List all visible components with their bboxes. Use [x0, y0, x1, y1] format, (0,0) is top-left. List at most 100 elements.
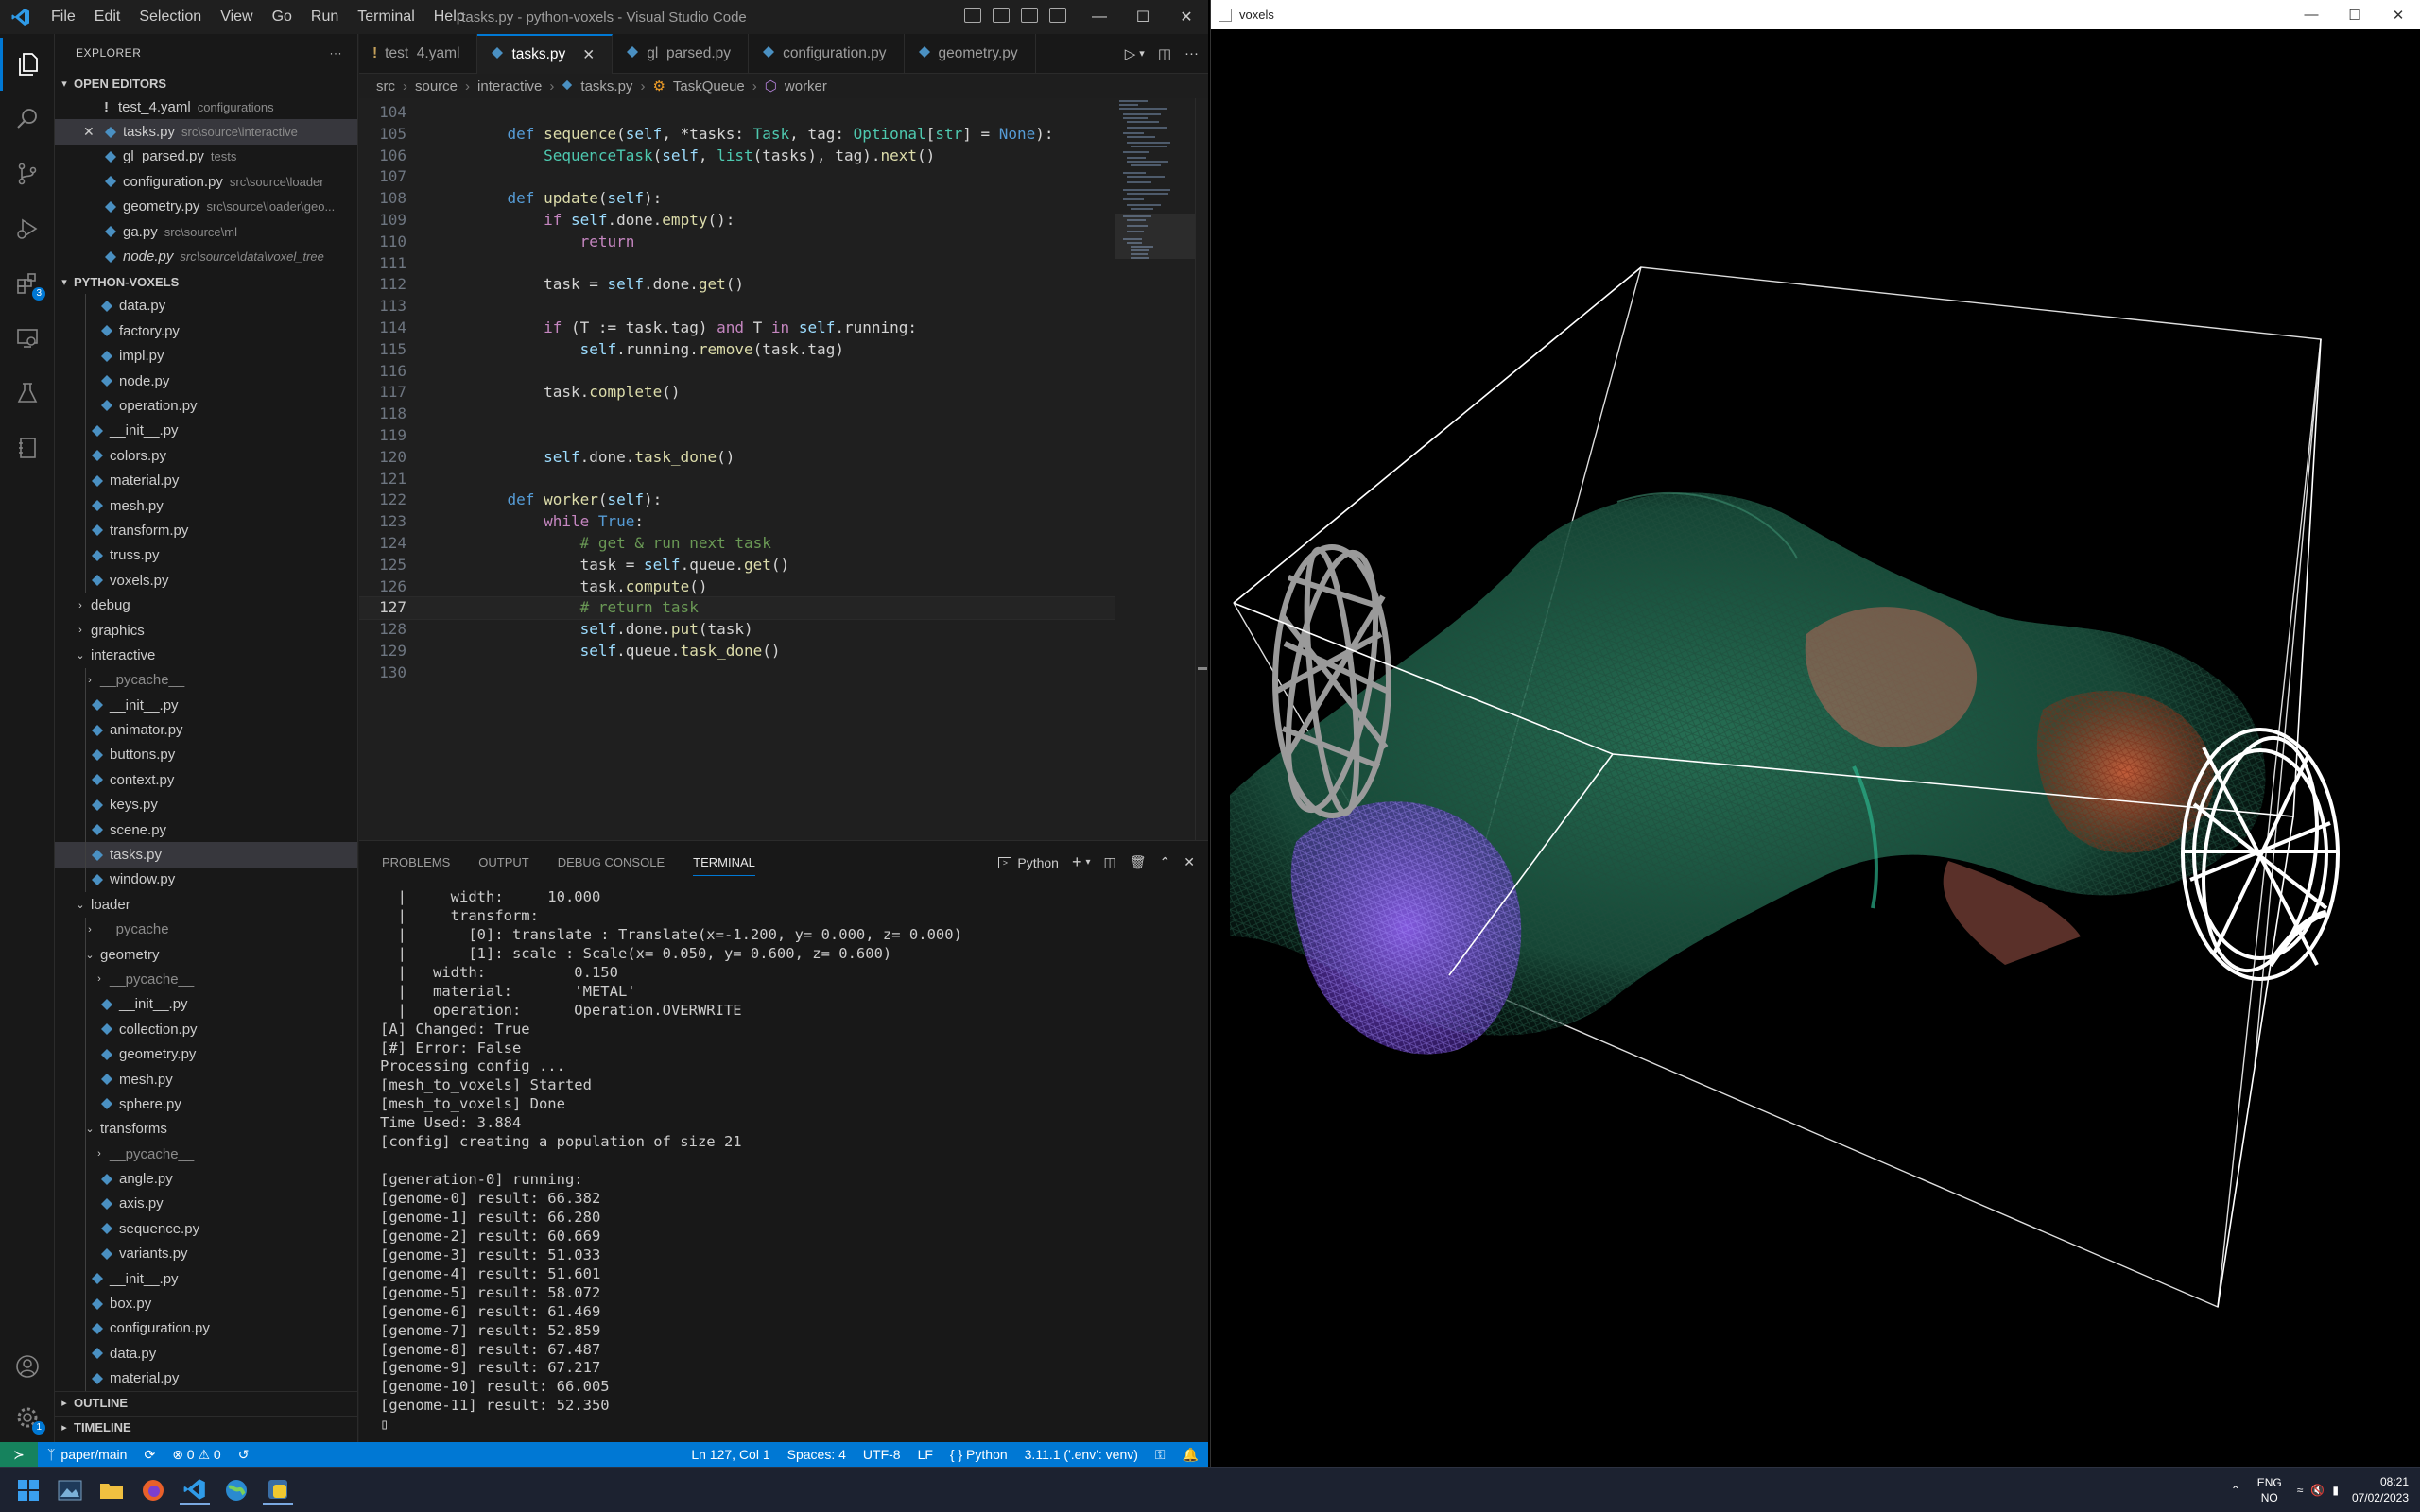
remote-explorer-icon[interactable] [0, 312, 55, 365]
open-editor-item[interactable]: node.py src\source\data\voxel_tree [55, 244, 357, 268]
maximize-icon[interactable]: ☐ [2333, 0, 2377, 29]
close-icon[interactable]: ✕ [1165, 0, 1208, 34]
tab-configuration-py[interactable]: configuration.py [749, 34, 905, 74]
file-item[interactable]: colors.py [55, 443, 357, 469]
close-icon[interactable]: ✕ [2377, 0, 2420, 29]
outline-header[interactable]: ▸ OUTLINE [55, 1391, 357, 1414]
voxel-3d-viewport[interactable] [1211, 29, 2419, 1467]
folder-item[interactable]: › debug [55, 593, 357, 617]
terminal-output[interactable]: | width: 10.000 | transform: | [0]: tran… [380, 888, 1193, 1436]
more-actions-icon[interactable]: ··· [1184, 45, 1199, 62]
menu-selection[interactable]: Selection [130, 9, 211, 26]
encoding[interactable]: UTF-8 [863, 1447, 901, 1462]
chevron-down-icon[interactable]: ▾ [1085, 857, 1090, 868]
vscode-logo-icon[interactable] [0, 0, 42, 34]
run-debug-icon[interactable] [0, 202, 55, 255]
cursor-position[interactable]: Ln 127, Col 1 [691, 1447, 769, 1462]
file-item[interactable]: tasks.py [55, 842, 357, 868]
accounts-icon[interactable] [0, 1340, 55, 1393]
folder-item[interactable]: ⌄ geometry [55, 941, 357, 968]
folder-item[interactable]: ⌄ loader [55, 892, 357, 917]
toggle-primary-sidebar-icon[interactable] [964, 8, 981, 23]
battery-icon[interactable]: ▮ [2332, 1484, 2339, 1497]
vscode-taskbar-icon[interactable] [180, 1475, 210, 1505]
run-python-icon[interactable]: ▷ [1125, 45, 1136, 62]
split-terminal-icon[interactable]: ◫ [1104, 854, 1116, 870]
file-item[interactable]: truss.py [55, 542, 357, 569]
project-header[interactable]: ▾ PYTHON-VOXELS [55, 271, 357, 294]
file-item[interactable]: voxels.py [55, 568, 357, 593]
folder-item[interactable]: ⌄ transforms [55, 1116, 357, 1143]
python-app-icon[interactable] [263, 1475, 293, 1505]
new-terminal-icon[interactable]: + [1072, 852, 1082, 872]
menu-help[interactable]: Help [424, 9, 475, 26]
open-editor-item[interactable]: geometry.py src\source\loader\geo... [55, 195, 357, 219]
file-item[interactable]: animator.py [55, 717, 357, 743]
file-item[interactable]: __init__.py [55, 991, 357, 1018]
notebook-icon[interactable] [0, 421, 55, 474]
end-of-line[interactable]: LF [918, 1447, 933, 1462]
file-item[interactable]: axis.py [55, 1191, 357, 1217]
file-item[interactable]: context.py [55, 767, 357, 793]
menu-edit[interactable]: Edit [85, 9, 130, 26]
tab-gl-parsed-py[interactable]: gl_parsed.py [613, 34, 750, 74]
menu-terminal[interactable]: Terminal [348, 9, 424, 26]
file-item[interactable]: buttons.py [55, 742, 357, 768]
open-editor-item[interactable]: ga.py src\source\ml [55, 219, 357, 244]
code-editor[interactable]: self.dispatch(synchronize, tag).wait() 1… [359, 98, 1115, 840]
tab-geometry-py[interactable]: geometry.py [905, 34, 1036, 74]
sync-icon[interactable]: ⟳ [144, 1447, 155, 1463]
source-control-icon[interactable] [0, 147, 55, 200]
breadcrumb-item[interactable]: worker [785, 78, 827, 94]
customize-layout-icon[interactable] [1049, 8, 1066, 23]
file-item[interactable]: mesh.py [55, 492, 357, 519]
menu-go[interactable]: Go [263, 9, 302, 26]
folder-item[interactable]: › __pycache__ [55, 917, 357, 942]
tab-test-4-yaml[interactable]: ! test_4.yaml [359, 34, 478, 74]
photos-app-icon[interactable] [55, 1475, 85, 1505]
breadcrumb-item[interactable]: src [376, 78, 395, 94]
start-menu-icon[interactable] [13, 1475, 43, 1505]
trash-icon[interactable]: 🗑 [1130, 854, 1147, 870]
file-item[interactable]: __init__.py [55, 692, 357, 718]
toggle-panel-icon[interactable] [993, 8, 1010, 23]
firefox-icon[interactable] [138, 1475, 168, 1505]
tab-tasks-py[interactable]: tasks.py ✕ [477, 34, 614, 74]
maximize-icon[interactable]: ☐ [1121, 0, 1165, 34]
folder-item[interactable]: › graphics [55, 618, 357, 643]
file-item[interactable]: box.py [55, 1291, 357, 1316]
manage-gear-icon[interactable]: 1 [0, 1391, 55, 1444]
minimap[interactable] [1115, 98, 1195, 840]
open-editors-header[interactable]: ▾ OPEN EDITORS [55, 72, 357, 94]
file-item[interactable]: configuration.py [55, 1315, 357, 1342]
extensions-icon[interactable]: 3 [0, 257, 55, 310]
open-editor-item[interactable]: ! test_4.yaml configurations [55, 94, 357, 119]
chevron-down-icon[interactable]: ▾ [1139, 47, 1145, 62]
minimize-icon[interactable]: — [1078, 0, 1121, 34]
explorer-icon[interactable] [0, 38, 55, 91]
file-item[interactable]: angle.py [55, 1166, 357, 1192]
file-item[interactable]: __init__.py [55, 1265, 357, 1292]
file-item[interactable]: factory.py [55, 318, 357, 344]
clock[interactable]: 08:21 07/02/2023 [2352, 1474, 2409, 1506]
file-item[interactable]: node.py [55, 368, 357, 394]
file-item[interactable]: keys.py [55, 792, 357, 817]
menu-file[interactable]: File [42, 9, 85, 26]
notifications-bell-icon[interactable]: 🔔 [1183, 1447, 1199, 1463]
open-editor-item[interactable]: gl_parsed.py tests [55, 145, 357, 169]
file-item[interactable]: geometry.py [55, 1041, 357, 1067]
volume-icon[interactable]: 🔇 [2310, 1484, 2325, 1497]
copilot-icon[interactable]: ⚿ [1155, 1447, 1166, 1463]
indentation[interactable]: Spaces: 4 [787, 1447, 846, 1462]
testing-icon[interactable] [0, 367, 55, 420]
globe-app-icon[interactable] [221, 1475, 251, 1505]
file-item[interactable]: scene.py [55, 816, 357, 843]
file-item[interactable]: collection.py [55, 1017, 357, 1042]
file-item[interactable]: material.py [55, 468, 357, 493]
open-editor-item[interactable]: ✕ tasks.py src\source\interactive [55, 119, 357, 145]
language-mode[interactable]: { } Python [950, 1447, 1008, 1462]
file-item[interactable]: impl.py [55, 343, 357, 369]
file-item[interactable]: variants.py [55, 1241, 357, 1266]
wifi-icon[interactable]: ≈ [2297, 1484, 2304, 1497]
tab-output[interactable]: OUTPUT [478, 855, 528, 869]
